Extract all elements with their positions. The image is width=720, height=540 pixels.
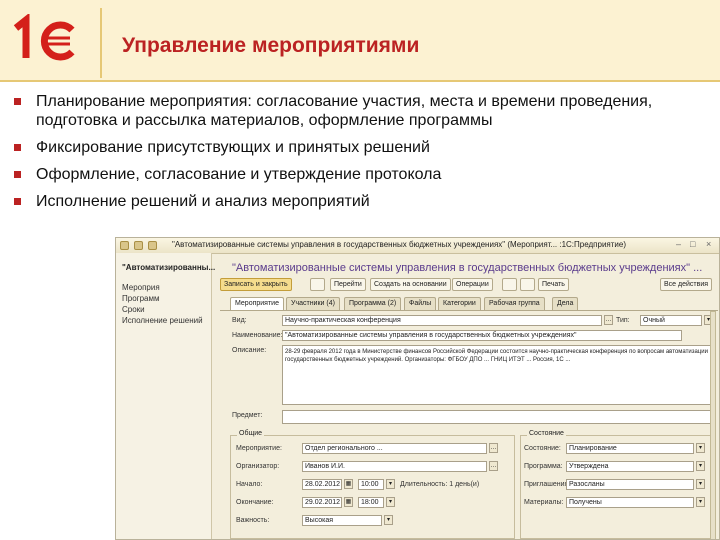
type-field[interactable]: Очный	[640, 315, 702, 326]
calendar-icon[interactable]: ▦	[344, 479, 353, 489]
all-actions-button[interactable]: Все действия	[660, 278, 713, 291]
print-button[interactable]: Печать	[538, 278, 569, 291]
bullet-marker	[14, 144, 21, 151]
calendar-icon[interactable]: ▦	[344, 497, 353, 507]
time-dropdown-button[interactable]: ▾	[386, 497, 395, 507]
end-label: Окончание:	[236, 499, 274, 506]
bullet-marker	[14, 198, 21, 205]
tab-participants[interactable]: Участники (4)	[286, 297, 340, 310]
bullet-text: Планирование мероприятия: согласование у…	[36, 93, 653, 129]
form-toolbar: Записать и закрыть Перейти Создать на ос…	[220, 278, 719, 292]
end-date-field[interactable]: 29.02.2012	[302, 497, 342, 508]
status-label: Состояние:	[524, 445, 561, 452]
operations-button[interactable]: Операции	[452, 278, 493, 291]
subject-label: Предмет:	[232, 412, 263, 419]
form-body: Вид: Научно-практическая конференция … Т…	[220, 310, 718, 539]
bullet-text: Фиксирование присутствующих и принятых р…	[36, 139, 430, 156]
bullet-marker	[14, 98, 21, 105]
kind-select-button[interactable]: …	[604, 315, 613, 325]
panel-item[interactable]: Программ	[122, 294, 159, 303]
attach-icon[interactable]	[502, 278, 517, 291]
save-close-button[interactable]: Записать и закрыть	[220, 278, 292, 291]
tab-working-group[interactable]: Рабочая группа	[484, 297, 545, 310]
importance-dropdown-button[interactable]: ▾	[384, 515, 393, 525]
organizer-select-button[interactable]: …	[489, 461, 498, 471]
bullet-text: Оформление, согласование и утверждение п…	[36, 166, 442, 183]
importance-label: Важность:	[236, 517, 270, 524]
organizer-field[interactable]: Иванов И.И.	[302, 461, 487, 472]
status-dropdown-button[interactable]: ▾	[696, 443, 705, 453]
window-titlebar: "Автоматизированные системы управления в…	[116, 238, 719, 254]
materials-dropdown-button[interactable]: ▾	[696, 497, 705, 507]
kind-field[interactable]: Научно-практическая конференция	[282, 315, 602, 326]
header-divider	[100, 8, 102, 78]
bullet-item: Фиксирование присутствующих и принятых р…	[14, 138, 704, 157]
panel-item[interactable]: Сроки	[122, 305, 145, 314]
print-preview-icon[interactable]	[520, 278, 535, 291]
group-title: Общие	[237, 430, 265, 437]
materials-label: Материалы:	[524, 499, 564, 506]
slide-header: Управление мероприятиями	[0, 0, 720, 82]
event-field[interactable]: Отдел регионального ...	[302, 443, 487, 454]
name-field[interactable]: "Автоматизированные системы управления в…	[282, 330, 682, 341]
start-date-field[interactable]: 28.02.2012	[302, 479, 342, 490]
tab-tasks[interactable]: Дела	[552, 297, 579, 310]
program-dropdown-button[interactable]: ▾	[696, 461, 705, 471]
materials-field[interactable]: Получены	[566, 497, 694, 508]
subject-field[interactable]	[282, 410, 712, 424]
name-label: Наименование:	[232, 332, 283, 339]
event-select-button[interactable]: …	[489, 443, 498, 453]
back-icon[interactable]	[134, 241, 143, 250]
panel-item[interactable]: Исполнение решений	[122, 316, 203, 325]
bullet-item: Исполнение решений и анализ мероприятий	[14, 192, 704, 211]
description-label: Описание:	[232, 347, 267, 354]
bullet-item: Оформление, согласование и утверждение п…	[14, 165, 704, 184]
panel-heading: "Автоматизированны...	[122, 263, 216, 272]
app-icon	[120, 241, 129, 250]
invites-label: Приглашения:	[524, 481, 571, 488]
save-icon[interactable]	[310, 278, 325, 291]
invites-dropdown-button[interactable]: ▾	[696, 479, 705, 489]
description-field[interactable]: 28-29 февраля 2012 года в Министерстве ф…	[282, 345, 712, 405]
invites-field[interactable]: Разосланы	[566, 479, 694, 490]
sections-panel: "Автоматизированны... Мероприя Программ …	[116, 253, 216, 539]
start-time-field[interactable]: 10:00	[358, 479, 384, 490]
panel-item[interactable]: Мероприя	[122, 283, 160, 292]
bullet-list: Планирование мероприятия: согласование у…	[14, 92, 704, 219]
1c-logo-icon	[13, 14, 75, 61]
duration-text: Длительность: 1 день(и)	[400, 481, 480, 488]
group-title: Состояние	[527, 430, 566, 437]
tab-categories[interactable]: Категории	[438, 297, 481, 310]
time-dropdown-button[interactable]: ▾	[386, 479, 395, 489]
create-based-button[interactable]: Создать на основании	[370, 278, 451, 291]
app-window-screenshot: "Автоматизированные системы управления в…	[115, 237, 720, 540]
importance-field[interactable]: Высокая	[302, 515, 382, 526]
window-title: "Автоматизированные системы управления в…	[172, 240, 626, 249]
start-label: Начало:	[236, 481, 263, 488]
kind-label: Вид:	[232, 317, 247, 324]
tab-program[interactable]: Программа (2)	[344, 297, 402, 310]
minimize-icon[interactable]: –	[676, 239, 681, 249]
program-label: Программа:	[524, 463, 563, 470]
star-icon[interactable]	[148, 241, 157, 250]
page-title: Управление мероприятиями	[122, 34, 420, 57]
status-field[interactable]: Планирование	[566, 443, 694, 454]
form-scrollbar[interactable]	[710, 311, 716, 539]
tab-event[interactable]: Мероприятие	[230, 297, 284, 310]
goto-button[interactable]: Перейти	[330, 278, 366, 291]
program-field[interactable]: Утверждена	[566, 461, 694, 472]
maximize-icon[interactable]: □	[690, 239, 695, 249]
end-time-field[interactable]: 18:00	[358, 497, 384, 508]
document-title: "Автоматизированные системы управления в…	[232, 262, 703, 274]
bullet-marker	[14, 171, 21, 178]
bullet-item: Планирование мероприятия: согласование у…	[14, 92, 704, 130]
bullet-text: Исполнение решений и анализ мероприятий	[36, 193, 370, 210]
tab-files[interactable]: Файлы	[404, 297, 437, 310]
event-label: Мероприятие:	[236, 445, 282, 452]
organizer-label: Организатор:	[236, 463, 280, 470]
close-icon[interactable]: ×	[706, 239, 711, 249]
type-label: Тип:	[616, 317, 630, 324]
